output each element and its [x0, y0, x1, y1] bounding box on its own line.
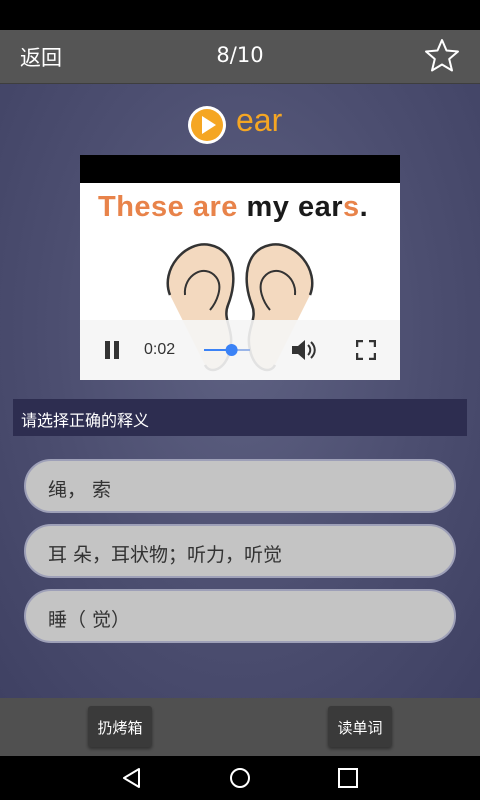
play-circle-icon[interactable] [187, 105, 227, 145]
playback-time: 0:02 [144, 341, 176, 358]
caption-word-my-ear: my ear [246, 191, 343, 223]
nav-recent-apps-icon[interactable] [337, 767, 359, 789]
nav-home-icon[interactable] [229, 767, 251, 789]
vocabulary-word: ear [236, 102, 283, 138]
answer-option-2[interactable]: 耳 朵，耳状物；听力，听觉 [24, 524, 456, 578]
star-outline-icon[interactable] [422, 36, 462, 76]
word-row: ear [0, 92, 480, 144]
volume-icon[interactable] [290, 338, 316, 362]
bottom-bar: 扔烤箱 读单词 [0, 698, 480, 756]
pause-icon[interactable] [102, 340, 122, 360]
read-word-button[interactable]: 读单词 [328, 706, 392, 747]
question-prompt: 请选择正确的释义 [13, 399, 467, 436]
main-content: ear These are my ears. 0:02 请选择正确的释义 绳， … [0, 84, 480, 698]
caption-period: . [359, 191, 369, 223]
video-letterbox [80, 155, 400, 183]
video-caption: These are my ears. [98, 191, 368, 224]
progress-slider[interactable] [204, 344, 250, 356]
video-player[interactable]: These are my ears. 0:02 [80, 155, 400, 380]
system-navigation-bar [0, 756, 480, 800]
discard-word-button[interactable]: 扔烤箱 [88, 706, 152, 747]
nav-back-icon[interactable] [121, 767, 143, 789]
caption-word-are: are [192, 191, 247, 223]
top-bar: 返回 8/10 [0, 30, 480, 84]
fullscreen-icon[interactable] [356, 340, 376, 360]
answer-option-1[interactable]: 绳， 索 [24, 459, 456, 513]
answer-option-3[interactable]: 睡（ 觉） [24, 589, 456, 643]
caption-letter-s: s [343, 191, 360, 223]
caption-word-these: These [98, 191, 193, 223]
video-controls: 0:02 [80, 320, 400, 380]
status-bar [0, 0, 480, 30]
question-counter: 8/10 [216, 43, 264, 67]
